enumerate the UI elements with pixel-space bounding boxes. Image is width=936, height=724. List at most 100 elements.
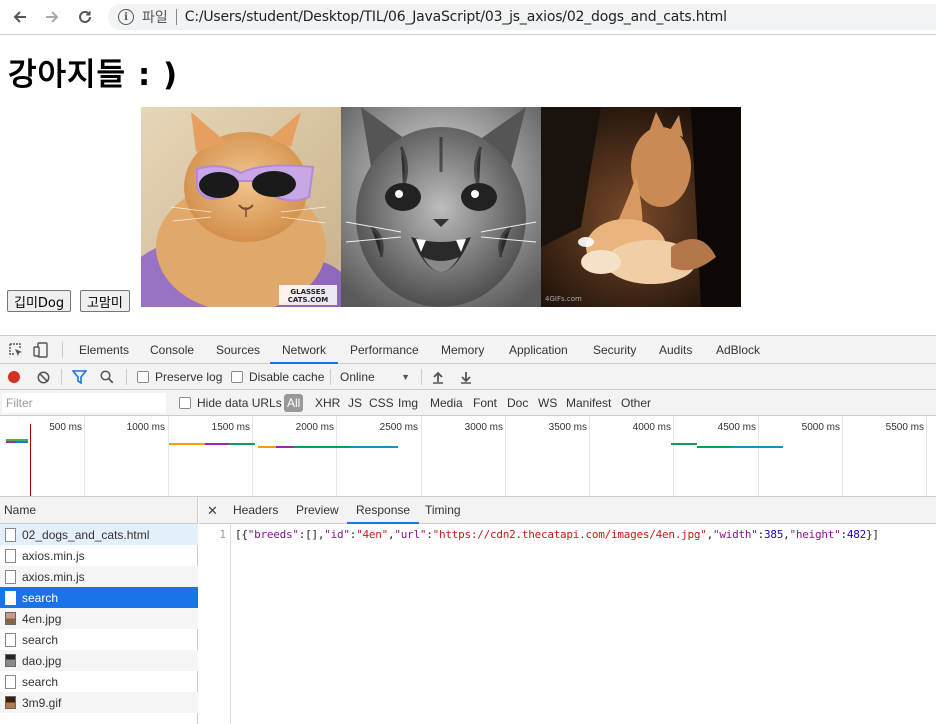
- request-row[interactable]: dao.jpg: [0, 650, 198, 671]
- tab-network[interactable]: Network: [270, 336, 339, 364]
- tab-performance[interactable]: Performance: [350, 336, 419, 364]
- request-row[interactable]: axios.min.js: [0, 545, 198, 566]
- timeline-bar: [276, 446, 294, 448]
- request-row[interactable]: search: [0, 671, 198, 692]
- tab-sources[interactable]: Sources: [216, 336, 260, 364]
- timeline-tick-label: 1500 ms: [211, 422, 250, 433]
- preserve-log-box[interactable]: [137, 371, 149, 383]
- network-toolbar: Preserve log Disable cache Online ▼: [0, 364, 936, 390]
- timeline-gridline: [252, 416, 253, 496]
- svg-text:CATS.COM: CATS.COM: [288, 296, 329, 304]
- timeline-tick-label: 4500 ms: [717, 422, 756, 433]
- inspect-element-icon[interactable]: [8, 342, 24, 358]
- hide-data-urls-checkbox[interactable]: Hide data URLs: [179, 390, 282, 416]
- type-filter-other[interactable]: Other: [621, 390, 651, 416]
- requests-list: 02_dogs_and_cats.html axios.min.js axios…: [0, 524, 198, 724]
- request-detail-tabbar: ✕ Headers Preview Response Timing: [199, 497, 936, 524]
- forward-button[interactable]: [41, 6, 63, 28]
- address-bar[interactable]: i 파일 C:/Users/student/Desktop/TIL/06_Jav…: [108, 4, 936, 30]
- type-filter-doc[interactable]: Doc: [507, 390, 528, 416]
- timeline-tick-label: 3500 ms: [548, 422, 587, 433]
- timeline-tick-label: 5500 ms: [885, 422, 924, 433]
- timeline-gridline: [842, 416, 843, 496]
- tab-elements[interactable]: Elements: [79, 336, 129, 364]
- toolbar-separator: [126, 369, 127, 385]
- disable-cache-box[interactable]: [231, 371, 243, 383]
- reload-icon: [79, 10, 91, 23]
- tab-memory[interactable]: Memory: [441, 336, 484, 364]
- requests-name-header[interactable]: Name: [0, 497, 198, 524]
- throttle-select[interactable]: Online ▼: [340, 364, 412, 390]
- tab-adblock[interactable]: AdBlock: [716, 336, 760, 364]
- reload-button[interactable]: [74, 6, 96, 28]
- cat-button[interactable]: 고맘미: [80, 290, 130, 312]
- request-row[interactable]: 4en.jpg: [0, 608, 198, 629]
- type-filter-ws[interactable]: WS: [538, 390, 557, 416]
- dog-button[interactable]: 깁미Dog: [7, 290, 72, 312]
- clear-button[interactable]: [37, 364, 50, 390]
- timeline-bar: [169, 443, 205, 445]
- timeline-bar: [697, 446, 731, 448]
- tab-console[interactable]: Console: [150, 336, 194, 364]
- request-row[interactable]: axios.min.js: [0, 566, 198, 587]
- search-button[interactable]: [100, 364, 114, 390]
- type-filter-manifest[interactable]: Manifest: [566, 390, 611, 416]
- info-icon[interactable]: i: [118, 9, 134, 25]
- tab-audits[interactable]: Audits: [659, 336, 692, 364]
- export-har-button[interactable]: [460, 364, 472, 390]
- detail-tab-preview[interactable]: Preview: [296, 497, 339, 524]
- browser-toolbar: i 파일 C:/Users/student/Desktop/TIL/06_Jav…: [0, 0, 936, 35]
- response-code-line[interactable]: [{"breeds":[],"id":"4en","url":"https://…: [235, 528, 879, 541]
- throttle-value: Online: [340, 370, 375, 384]
- detail-tab-headers[interactable]: Headers: [233, 497, 278, 524]
- image-file-icon: [5, 654, 16, 667]
- close-detail-icon[interactable]: ✕: [207, 497, 218, 524]
- request-row[interactable]: search: [0, 587, 198, 608]
- timeline-bar: [16, 441, 28, 443]
- network-timeline-overview[interactable]: 500 ms 1000 ms 1500 ms 2000 ms 2500 ms 3…: [0, 416, 936, 497]
- type-filter-font[interactable]: Font: [473, 390, 497, 416]
- response-viewer[interactable]: 1 [{"breeds":[],"id":"4en","url":"https:…: [199, 524, 936, 724]
- request-name: axios.min.js: [22, 548, 85, 563]
- type-filter-xhr[interactable]: XHR: [315, 390, 340, 416]
- request-name: dao.jpg: [22, 653, 62, 668]
- preserve-log-checkbox[interactable]: Preserve log: [137, 364, 222, 390]
- disable-cache-checkbox[interactable]: Disable cache: [231, 364, 324, 390]
- back-arrow-icon: [13, 11, 26, 23]
- svg-text:4GIFs.com: 4GIFs.com: [545, 295, 582, 303]
- record-icon: [8, 371, 20, 383]
- filter-input[interactable]: Filter: [2, 393, 166, 413]
- request-row[interactable]: 3m9.gif: [0, 692, 198, 713]
- detail-tab-response[interactable]: Response: [347, 497, 420, 524]
- type-filter-img[interactable]: Img: [398, 390, 418, 416]
- hide-data-urls-box[interactable]: [179, 397, 191, 409]
- detail-tab-timing[interactable]: Timing: [425, 497, 461, 524]
- page-content: 강아지들 : ) 깁미Dog 고맘미 GLASSES CATS.COM 4GIF…: [0, 35, 936, 335]
- network-filter-bar: Filter Hide data URLs All XHR JS CSS Img…: [0, 390, 936, 416]
- type-filter-all[interactable]: All: [284, 390, 304, 416]
- back-button[interactable]: [9, 6, 31, 28]
- request-row[interactable]: search: [0, 629, 198, 650]
- timeline-tick-label: 2000 ms: [295, 422, 334, 433]
- tab-security[interactable]: Security: [593, 336, 636, 364]
- timeline-gridline: [589, 416, 590, 496]
- request-row[interactable]: 02_dogs_and_cats.html: [0, 524, 198, 545]
- type-filter-media[interactable]: Media: [430, 390, 463, 416]
- url-text[interactable]: C:/Users/student/Desktop/TIL/06_JavaScri…: [185, 9, 727, 25]
- timeline-gridline: [168, 416, 169, 496]
- request-name: axios.min.js: [22, 569, 85, 584]
- document-icon: [5, 527, 16, 542]
- type-filter-css[interactable]: CSS: [369, 390, 394, 416]
- hide-data-urls-label: Hide data URLs: [197, 396, 282, 410]
- tab-application[interactable]: Application: [509, 336, 568, 364]
- timeline-bar: [6, 441, 16, 443]
- document-icon: [5, 569, 16, 584]
- toolbar-separator: [61, 369, 62, 385]
- device-toolbar-icon[interactable]: [33, 342, 49, 358]
- timeline-tick-label: 5000 ms: [801, 422, 840, 433]
- record-button[interactable]: [8, 364, 20, 390]
- filter-toggle-button[interactable]: [72, 364, 87, 390]
- import-har-button[interactable]: [432, 364, 444, 390]
- type-filter-js[interactable]: JS: [348, 390, 362, 416]
- clear-icon: [37, 371, 50, 383]
